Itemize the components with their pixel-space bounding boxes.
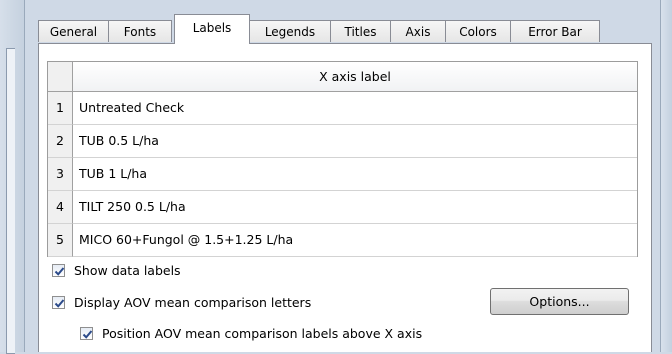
tab-titles[interactable]: Titles	[330, 20, 391, 42]
grid-row: 3 TUB 1 L/ha	[48, 158, 637, 191]
row-number[interactable]: 4	[48, 191, 73, 224]
show-data-labels-checkbox[interactable]	[52, 264, 65, 277]
tab-colors[interactable]: Colors	[445, 20, 511, 42]
row-number[interactable]: 2	[48, 125, 73, 158]
tab-legends[interactable]: Legends	[249, 20, 331, 42]
grid-row: 4 TILT 250 0.5 L/ha	[48, 191, 637, 224]
tab-error-bar[interactable]: Error Bar	[510, 20, 600, 42]
checkmark-icon	[54, 299, 65, 308]
left-window-frame	[0, 0, 25, 354]
grid-row: 1 Untreated Check	[48, 92, 637, 125]
x-axis-label-cell[interactable]: Untreated Check	[73, 92, 637, 125]
tab-axis[interactable]: Axis	[390, 20, 446, 42]
row-number[interactable]: 3	[48, 158, 73, 191]
x-axis-label-cell[interactable]: TUB 0.5 L/ha	[73, 125, 637, 158]
grid-corner-cell	[48, 62, 73, 92]
grid-column-header[interactable]: X axis label	[73, 62, 637, 92]
left-panel-edge	[6, 48, 15, 354]
row-number[interactable]: 5	[48, 224, 73, 257]
position-aov-checkbox[interactable]	[80, 327, 93, 340]
display-aov-label: Display AOV mean comparison letters	[74, 295, 312, 310]
right-window-frame	[660, 0, 672, 352]
tab-general[interactable]: General	[38, 20, 109, 42]
grid-row: 5 MICO 60+Fungol @ 1.5+1.25 L/ha	[48, 224, 637, 257]
x-axis-label-cell[interactable]: TUB 1 L/ha	[73, 158, 637, 191]
tab-fonts[interactable]: Fonts	[108, 20, 172, 42]
x-axis-label-cell[interactable]: TILT 250 0.5 L/ha	[73, 191, 637, 224]
tab-labels[interactable]: Labels	[174, 14, 250, 44]
tab-strip: General Fonts Labels Legends Titles Axis…	[38, 12, 638, 44]
row-number[interactable]: 1	[48, 92, 73, 125]
x-axis-label-cell[interactable]: MICO 60+Fungol @ 1.5+1.25 L/ha	[73, 224, 637, 257]
position-aov-label: Position AOV mean comparison labels abov…	[102, 326, 423, 341]
options-button[interactable]: Options...	[490, 288, 629, 315]
grid-row: 2 TUB 0.5 L/ha	[48, 125, 637, 158]
show-data-labels-label: Show data labels	[74, 263, 181, 278]
x-axis-label-grid: X axis label 1 Untreated Check 2 TUB 0.5…	[47, 61, 638, 257]
checkmark-icon	[82, 330, 93, 339]
display-aov-checkbox[interactable]	[52, 296, 65, 309]
checkmark-icon	[54, 267, 65, 276]
